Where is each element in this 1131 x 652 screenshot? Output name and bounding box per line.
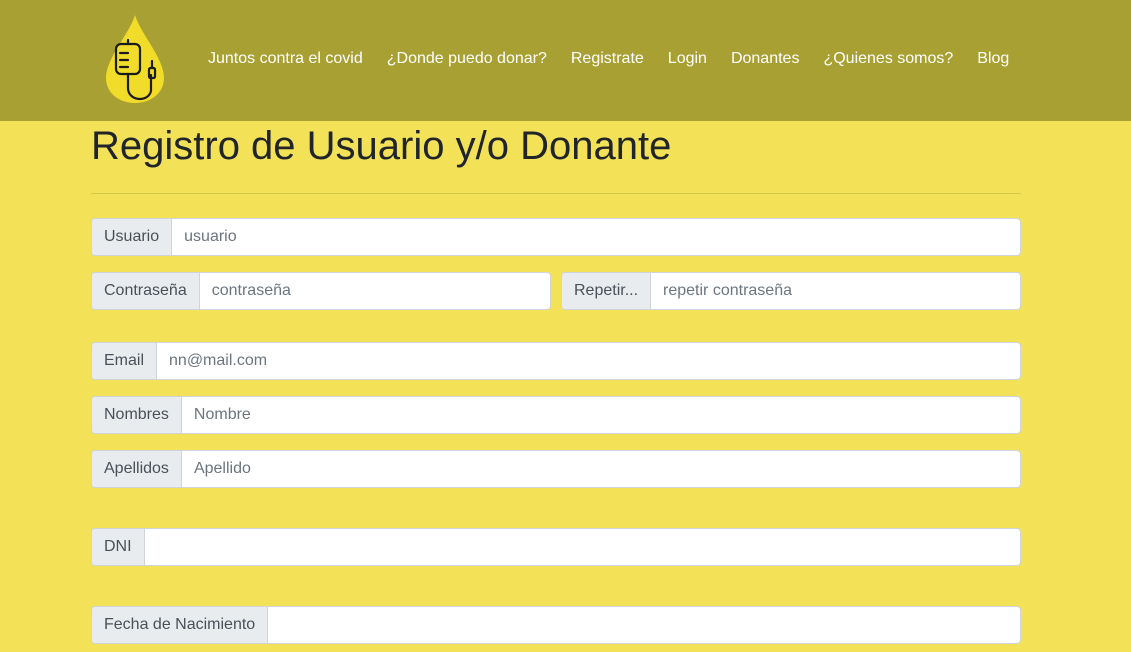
nav-link-quienes-somos[interactable]: ¿Quienes somos? xyxy=(811,48,965,70)
nav-menu: Juntos contra el covid ¿Donde puedo dona… xyxy=(196,48,1021,70)
usuario-label: Usuario xyxy=(91,218,173,256)
repeat-password-label: Repetir... xyxy=(561,272,652,310)
apellidos-label: Apellidos xyxy=(91,450,182,488)
nav-link-donde-donar[interactable]: ¿Donde puedo donar? xyxy=(375,48,559,70)
dni-group: DNI xyxy=(91,528,1021,566)
password-input[interactable] xyxy=(199,272,551,310)
dni-input[interactable] xyxy=(144,528,1021,566)
nav-link-donantes[interactable]: Donantes xyxy=(719,48,812,70)
title-divider xyxy=(91,193,1021,194)
page-title: Registro de Usuario y/o Donante xyxy=(91,124,672,168)
dni-label: DNI xyxy=(91,528,145,566)
password-label: Contraseña xyxy=(91,272,200,310)
password-group: Contraseña xyxy=(91,272,551,310)
repeat-password-input[interactable] xyxy=(651,272,1021,310)
nombres-group: Nombres xyxy=(91,396,1021,434)
email-label: Email xyxy=(91,342,158,380)
fecha-nacimiento-label: Fecha de Nacimiento xyxy=(91,606,269,644)
usuario-input[interactable] xyxy=(172,218,1021,256)
navbar: Juntos contra el covid ¿Donde puedo dona… xyxy=(0,0,1131,121)
apellidos-input[interactable] xyxy=(181,450,1021,488)
fecha-nacimiento-group: Fecha de Nacimiento xyxy=(91,606,1021,644)
repeat-password-group: Repetir... xyxy=(561,272,1021,310)
nombres-input[interactable] xyxy=(181,396,1021,434)
nav-link-juntos[interactable]: Juntos contra el covid xyxy=(196,48,375,70)
nombres-label: Nombres xyxy=(91,396,182,434)
email-input[interactable] xyxy=(157,342,1021,380)
fecha-nacimiento-input[interactable] xyxy=(268,606,1021,644)
apellidos-group: Apellidos xyxy=(91,450,1021,488)
usuario-group: Usuario xyxy=(91,218,1021,256)
email-group: Email xyxy=(91,342,1021,380)
blood-drop-iv-bag-icon[interactable] xyxy=(104,13,166,105)
nav-link-registrate[interactable]: Registrate xyxy=(559,48,656,70)
nav-link-blog[interactable]: Blog xyxy=(965,48,1021,70)
nav-link-login[interactable]: Login xyxy=(656,48,719,70)
